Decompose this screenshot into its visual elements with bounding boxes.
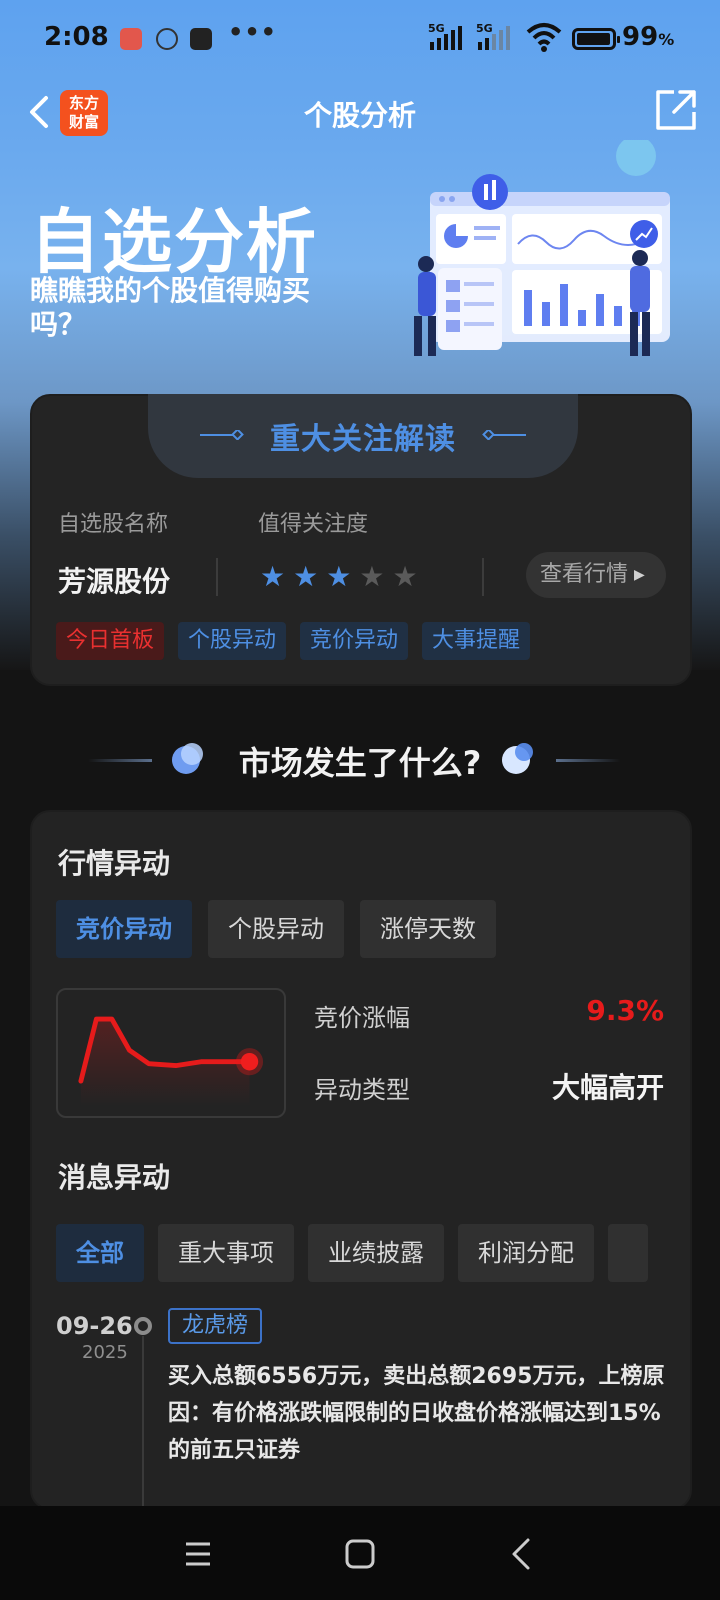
view-quote-button[interactable]: 查看行情 ▶ [526,552,666,598]
home-icon[interactable] [340,1534,380,1574]
timeline-year: 2025 [82,1342,128,1363]
news-anomaly-title: 消息异动 [58,1161,171,1194]
quote-tab-list: 竞价异动 个股异动 涨停天数 [56,900,496,958]
tag-list: 今日首板 个股异动 竞价异动 大事提醒 [56,622,531,660]
focus-card-header: 重大关注解读 [148,394,578,478]
timeline-date: 09-26 [56,1312,133,1340]
hero-subtitle: 瞧瞧我的个股值得购买吗？ [30,274,311,341]
auction-trend-chart [56,988,286,1118]
news-tab-list: 全部 重大事项 业绩披露 利润分配 [56,1224,692,1284]
notification-app-icon [120,28,142,50]
notification-tiktok-icon [190,28,212,50]
stock-name-label: 自选股名称 [58,512,169,537]
timeline-line [142,1336,144,1516]
news-tab[interactable]: 全部 [56,1224,144,1282]
signal-strength-2-icon: 5G [476,22,510,50]
heading-line-right [556,759,620,762]
auction-change-value: 9.3% [586,994,664,1027]
market-section-heading: 市场发生了什么? [0,730,720,790]
move-type-label: 异动类型 [314,1076,410,1104]
view-quote-label: 查看行情 [540,562,629,587]
star-empty-icon: ★ [392,560,418,593]
news-tab[interactable]: 业绩披露 [308,1224,444,1282]
quote-anomaly-title: 行情异动 [58,847,171,880]
divider [482,558,484,596]
title-decoration-right-icon [482,430,526,440]
menu-icon[interactable] [178,1534,218,1574]
star-filled-icon: ★ [260,560,286,593]
wifi-icon [526,23,562,52]
triangle-right-icon: ▶ [634,567,645,583]
status-time: 2:08 [44,22,109,52]
hero-title: 自选分析 [30,201,318,283]
star-filled-icon: ★ [293,560,319,593]
signal-strength-icon: 5G [428,22,462,50]
focus-tag[interactable]: 今日首板 [56,622,165,660]
network-type-label: 5G [428,22,445,35]
star-empty-icon: ★ [359,560,385,593]
news-tab[interactable]: 重大事项 [158,1224,294,1282]
battery-icon [572,28,620,50]
nav-bar: 东方 财富 个股分析 [0,84,720,140]
quote-tab[interactable]: 涨停天数 [360,900,496,958]
news-tab-overflow[interactable] [608,1224,648,1282]
share-icon[interactable] [654,88,698,132]
star-filled-icon: ★ [326,560,352,593]
focus-tag[interactable]: 个股异动 [178,622,287,660]
timeline-dot [134,1317,152,1335]
analytics-illustration [414,140,670,356]
back-icon[interactable] [502,1534,542,1574]
network-type-label-2: 5G [476,22,493,35]
notification-baidu-icon [156,28,178,50]
quote-tab[interactable]: 竞价异动 [56,900,192,958]
news-tab[interactable]: 利润分配 [458,1224,594,1282]
stock-name: 芳源股份 [58,565,171,598]
focus-tag[interactable]: 竞价异动 [300,622,409,660]
focus-tag[interactable]: 大事提醒 [422,622,531,660]
news-item-text[interactable]: 买入总额6556万元，卖出总额2695万元，上榜原因：有价格涨跌幅限制的日收盘价… [168,1358,668,1469]
battery-percent: 99% [622,22,675,52]
rating-label: 值得关注度 [258,512,369,537]
page-title: 个股分析 [303,99,416,132]
auction-change-label: 竞价涨幅 [314,1004,410,1032]
news-category-tag[interactable]: 龙虎榜 [168,1308,263,1344]
move-type-value: 大幅高开 [551,1071,664,1104]
system-navigation-bar [0,1506,720,1600]
more-notifications-icon: ••• [228,18,278,46]
status-bar: 2:08 ••• 5G 5G 99% [0,0,720,80]
quote-tab[interactable]: 个股异动 [208,900,344,958]
bubble-right-icon [502,743,533,774]
rating-stars: ★ ★ ★ ★ ★ [260,562,418,592]
market-activity-card: 行情异动 竞价异动 个股异动 涨停天数 竞价涨幅 9.3% 异动类型 大幅高开 消息… [30,810,692,1516]
divider [216,558,218,596]
focus-interpretation-card: 重大关注解读 自选股名称 值得关注度 芳源股份 ★ ★ ★ ★ ★ 查看行情 ▶ 今日首板… [30,394,692,686]
